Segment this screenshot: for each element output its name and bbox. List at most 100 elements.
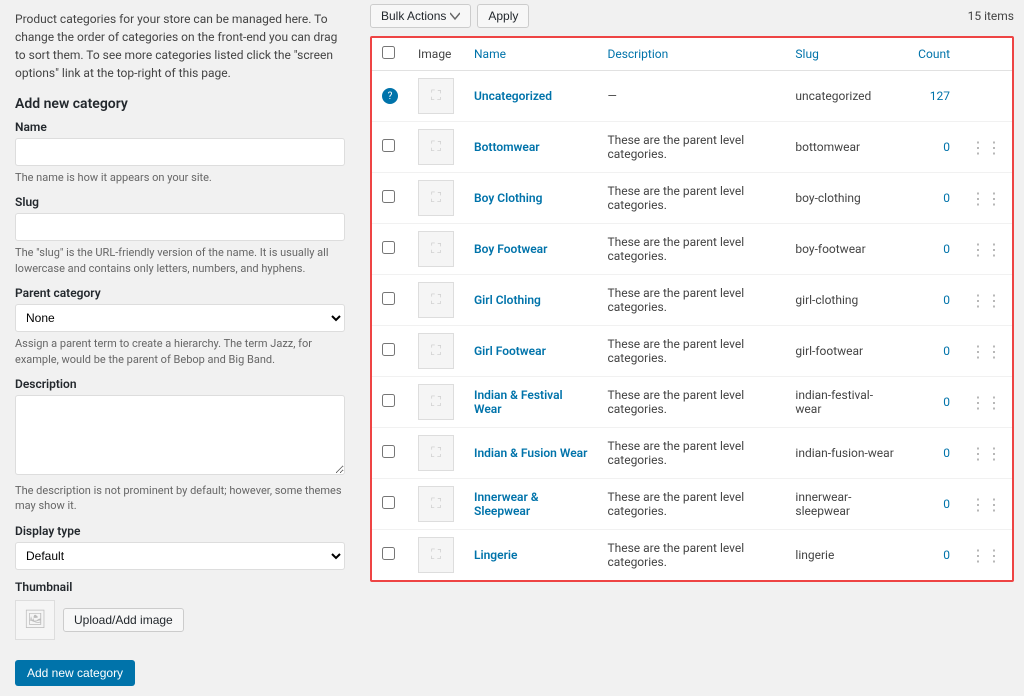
row-handle-cell-5[interactable]: ⋮⋮ xyxy=(960,377,1012,428)
parent-group: Parent category None Assign a parent ter… xyxy=(15,286,345,367)
row-checkbox-5[interactable] xyxy=(382,394,395,407)
drag-handle-icon-8[interactable]: ⋮⋮ xyxy=(970,546,1002,565)
add-new-category-button[interactable]: Add new category xyxy=(15,660,135,686)
drag-handle-icon-6[interactable]: ⋮⋮ xyxy=(970,444,1002,463)
header-description-col[interactable]: Description xyxy=(597,38,785,71)
drag-handle-icon-7[interactable]: ⋮⋮ xyxy=(970,495,1002,514)
uncategorized-count-cell[interactable]: 127 xyxy=(908,71,960,122)
toolbar: Bulk Actions Apply 15 items xyxy=(370,0,1014,28)
table-row: ⛶ Bottomwear These are the parent level … xyxy=(372,122,1012,173)
row-image-cell-4: ⛶ xyxy=(408,326,464,377)
row-handle-cell-6[interactable]: ⋮⋮ xyxy=(960,428,1012,479)
toolbar-left: Bulk Actions Apply xyxy=(370,4,529,28)
left-panel: Product categories for your store can be… xyxy=(0,0,360,696)
question-icon[interactable]: ? xyxy=(382,88,398,104)
row-checkbox-1[interactable] xyxy=(382,190,395,203)
row-checkbox-cell-1 xyxy=(372,173,408,224)
select-all-checkbox[interactable] xyxy=(382,46,395,59)
display-select[interactable]: Default xyxy=(15,542,345,570)
row-image-placeholder-1: ⛶ xyxy=(418,180,454,216)
row-checkbox-8[interactable] xyxy=(382,547,395,560)
row-handle-cell-0[interactable]: ⋮⋮ xyxy=(960,122,1012,173)
name-label: Name xyxy=(15,120,345,134)
row-count-cell-0[interactable]: 0 xyxy=(908,122,960,173)
row-image-cell-3: ⛶ xyxy=(408,275,464,326)
row-count-cell-3[interactable]: 0 xyxy=(908,275,960,326)
row-slug-cell-6: indian-fusion-wear xyxy=(785,428,908,479)
row-desc-cell-0: These are the parent level categories. xyxy=(597,122,785,173)
row-handle-cell-4[interactable]: ⋮⋮ xyxy=(960,326,1012,377)
slug-input[interactable] xyxy=(15,213,345,241)
row-checkbox-cell-0 xyxy=(372,122,408,173)
row-count-cell-7[interactable]: 0 xyxy=(908,479,960,530)
thumbnail-row: 🖼 Upload/Add image xyxy=(15,600,345,640)
row-name-link-4[interactable]: Girl Footwear xyxy=(474,344,546,358)
image-placeholder-icon: ⛶ xyxy=(431,394,441,410)
row-handle-cell-1[interactable]: ⋮⋮ xyxy=(960,173,1012,224)
row-name-link-8[interactable]: Lingerie xyxy=(474,548,517,562)
row-name-cell-3: Girl Clothing xyxy=(464,275,597,326)
row-name-cell-2: Boy Footwear xyxy=(464,224,597,275)
row-checkbox-cell-8 xyxy=(372,530,408,581)
row-checkbox-7[interactable] xyxy=(382,496,395,509)
description-textarea[interactable] xyxy=(15,395,345,475)
description-hint: The description is not prominent by defa… xyxy=(15,483,345,514)
row-checkbox-4[interactable] xyxy=(382,343,395,356)
description-group: Description The description is not promi… xyxy=(15,377,345,514)
row-name-link-6[interactable]: Indian & Fusion Wear xyxy=(474,446,587,460)
row-count-cell-4[interactable]: 0 xyxy=(908,326,960,377)
row-handle-cell-7[interactable]: ⋮⋮ xyxy=(960,479,1012,530)
row-name-link-7[interactable]: Innerwear & Sleepwear xyxy=(474,490,539,518)
row-slug-cell-0: bottomwear xyxy=(785,122,908,173)
row-slug-cell-4: girl-footwear xyxy=(785,326,908,377)
drag-handle-icon-0[interactable]: ⋮⋮ xyxy=(970,138,1002,157)
row-count-cell-2[interactable]: 0 xyxy=(908,224,960,275)
table-header-row: Image Name Description Slug Count xyxy=(372,38,1012,71)
row-name-link-2[interactable]: Boy Footwear xyxy=(474,242,547,256)
row-name-link-5[interactable]: Indian & Festival Wear xyxy=(474,388,563,416)
row-name-link-3[interactable]: Girl Clothing xyxy=(474,293,541,307)
row-count-cell-1[interactable]: 0 xyxy=(908,173,960,224)
row-checkbox-6[interactable] xyxy=(382,445,395,458)
row-handle-cell-3[interactable]: ⋮⋮ xyxy=(960,275,1012,326)
row-name-link-0[interactable]: Bottomwear xyxy=(474,140,540,154)
row-name-link-1[interactable]: Boy Clothing xyxy=(474,191,542,205)
parent-label: Parent category xyxy=(15,286,345,300)
row-checkbox-3[interactable] xyxy=(382,292,395,305)
row-count-cell-8[interactable]: 0 xyxy=(908,530,960,581)
drag-handle-icon-4[interactable]: ⋮⋮ xyxy=(970,342,1002,361)
uncategorized-handle-cell xyxy=(960,71,1012,122)
row-checkbox-cell-7 xyxy=(372,479,408,530)
slug-group: Slug The "slug" is the URL-friendly vers… xyxy=(15,195,345,276)
row-image-cell-5: ⛶ xyxy=(408,377,464,428)
row-count-cell-6[interactable]: 0 xyxy=(908,428,960,479)
drag-handle-icon-1[interactable]: ⋮⋮ xyxy=(970,189,1002,208)
row-count-cell-5[interactable]: 0 xyxy=(908,377,960,428)
uncategorized-name-link[interactable]: Uncategorized xyxy=(474,89,552,103)
header-name-col[interactable]: Name xyxy=(464,38,597,71)
drag-handle-icon-3[interactable]: ⋮⋮ xyxy=(970,291,1002,310)
drag-handle-icon-5[interactable]: ⋮⋮ xyxy=(970,393,1002,412)
row-checkbox-0[interactable] xyxy=(382,139,395,152)
categories-table-container: Image Name Description Slug Count xyxy=(370,36,1014,582)
header-count-col[interactable]: Count xyxy=(908,38,960,71)
parent-select[interactable]: None xyxy=(15,304,345,332)
row-desc-cell-2: These are the parent level categories. xyxy=(597,224,785,275)
table-row: ⛶ Boy Clothing These are the parent leve… xyxy=(372,173,1012,224)
row-handle-cell-2[interactable]: ⋮⋮ xyxy=(960,224,1012,275)
table-row: ⛶ Boy Footwear These are the parent leve… xyxy=(372,224,1012,275)
row-handle-cell-8[interactable]: ⋮⋮ xyxy=(960,530,1012,581)
bulk-actions-button[interactable]: Bulk Actions xyxy=(370,4,471,28)
upload-add-image-button[interactable]: Upload/Add image xyxy=(63,608,184,632)
header-slug-col[interactable]: Slug xyxy=(785,38,908,71)
name-input[interactable] xyxy=(15,138,345,166)
thumbnail-label: Thumbnail xyxy=(15,580,345,594)
drag-handle-icon-2[interactable]: ⋮⋮ xyxy=(970,240,1002,259)
image-placeholder-icon: ⛶ xyxy=(431,292,441,308)
row-checkbox-2[interactable] xyxy=(382,241,395,254)
apply-button[interactable]: Apply xyxy=(477,4,529,28)
row-image-cell-0: ⛶ xyxy=(408,122,464,173)
row-slug-cell-5: indian-festival-wear xyxy=(785,377,908,428)
table-row: ⛶ Lingerie These are the parent level ca… xyxy=(372,530,1012,581)
row-name-cell-7: Innerwear & Sleepwear xyxy=(464,479,597,530)
